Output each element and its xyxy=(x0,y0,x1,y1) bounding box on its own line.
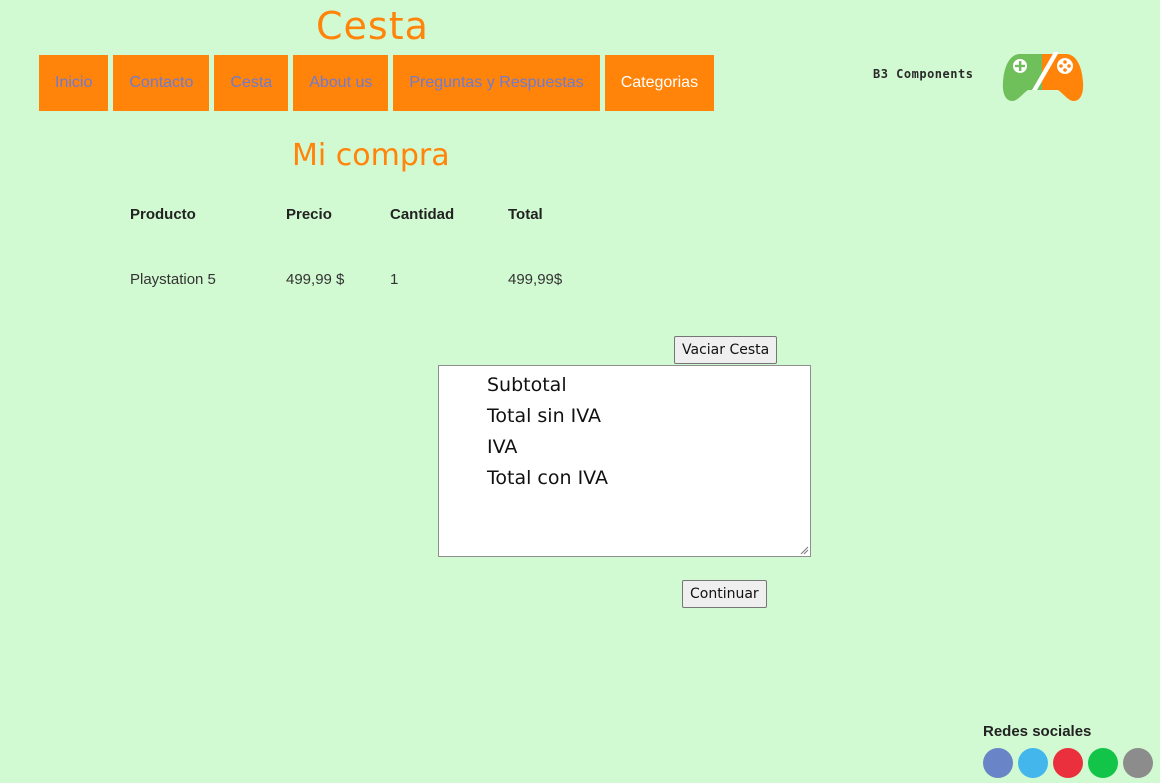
summary-iva: IVA xyxy=(487,436,518,458)
section-title: Mi compra xyxy=(292,138,450,173)
cart-table: Producto Precio Cantidad Total Playstati… xyxy=(130,195,588,325)
social-icon-5[interactable] xyxy=(1123,748,1153,778)
page-title: Cesta xyxy=(316,4,429,48)
nav-item-categorias[interactable]: Categorias xyxy=(604,55,715,111)
table-header-row: Producto Precio Cantidad Total xyxy=(130,195,588,233)
social-icons xyxy=(983,748,1158,778)
social-section: Redes sociales xyxy=(983,720,1158,778)
logo: B3 Components xyxy=(870,48,1085,104)
social-label: Redes sociales xyxy=(983,723,1092,740)
column-header-cantidad: Cantidad xyxy=(390,205,455,223)
resize-grip-icon[interactable] xyxy=(799,545,809,555)
social-icon-3[interactable] xyxy=(1053,748,1083,778)
summary-textarea[interactable]: Subtotal Total sin IVA IVA Total con IVA xyxy=(438,365,811,557)
logo-text: B3 Components xyxy=(873,67,974,81)
column-header-precio: Precio xyxy=(286,205,332,223)
nav-item-inicio[interactable]: Inicio xyxy=(39,55,109,111)
table-row: Playstation 5 499,99 $ 1 499,99$ xyxy=(130,233,588,325)
nav-item-cesta[interactable]: Cesta xyxy=(214,55,289,111)
social-icon-1[interactable] xyxy=(983,748,1013,778)
summary-total-con-iva: Total con IVA xyxy=(487,467,608,489)
column-header-total: Total xyxy=(508,205,543,223)
continue-button[interactable]: Continuar xyxy=(682,580,767,608)
summary-subtotal: Subtotal xyxy=(487,374,567,396)
nav-item-preguntas[interactable]: Preguntas y Respuestas xyxy=(393,55,600,111)
cell-producto: Playstation 5 xyxy=(130,270,216,288)
main-nav: Inicio Contacto Cesta About us Preguntas… xyxy=(39,55,719,111)
nav-item-about-us[interactable]: About us xyxy=(293,55,389,111)
cell-cantidad: 1 xyxy=(390,270,399,288)
summary-total-sin-iva: Total sin IVA xyxy=(487,405,602,427)
cell-total: 499,99$ xyxy=(508,270,563,288)
social-icon-2[interactable] xyxy=(1018,748,1048,778)
cell-precio: 499,99 $ xyxy=(286,270,345,288)
gamepad-icon xyxy=(1002,52,1084,101)
nav-item-contacto[interactable]: Contacto xyxy=(113,55,210,111)
column-header-producto: Producto xyxy=(130,205,196,223)
empty-cart-button[interactable]: Vaciar Cesta xyxy=(674,336,778,364)
social-icon-4[interactable] xyxy=(1088,748,1118,778)
